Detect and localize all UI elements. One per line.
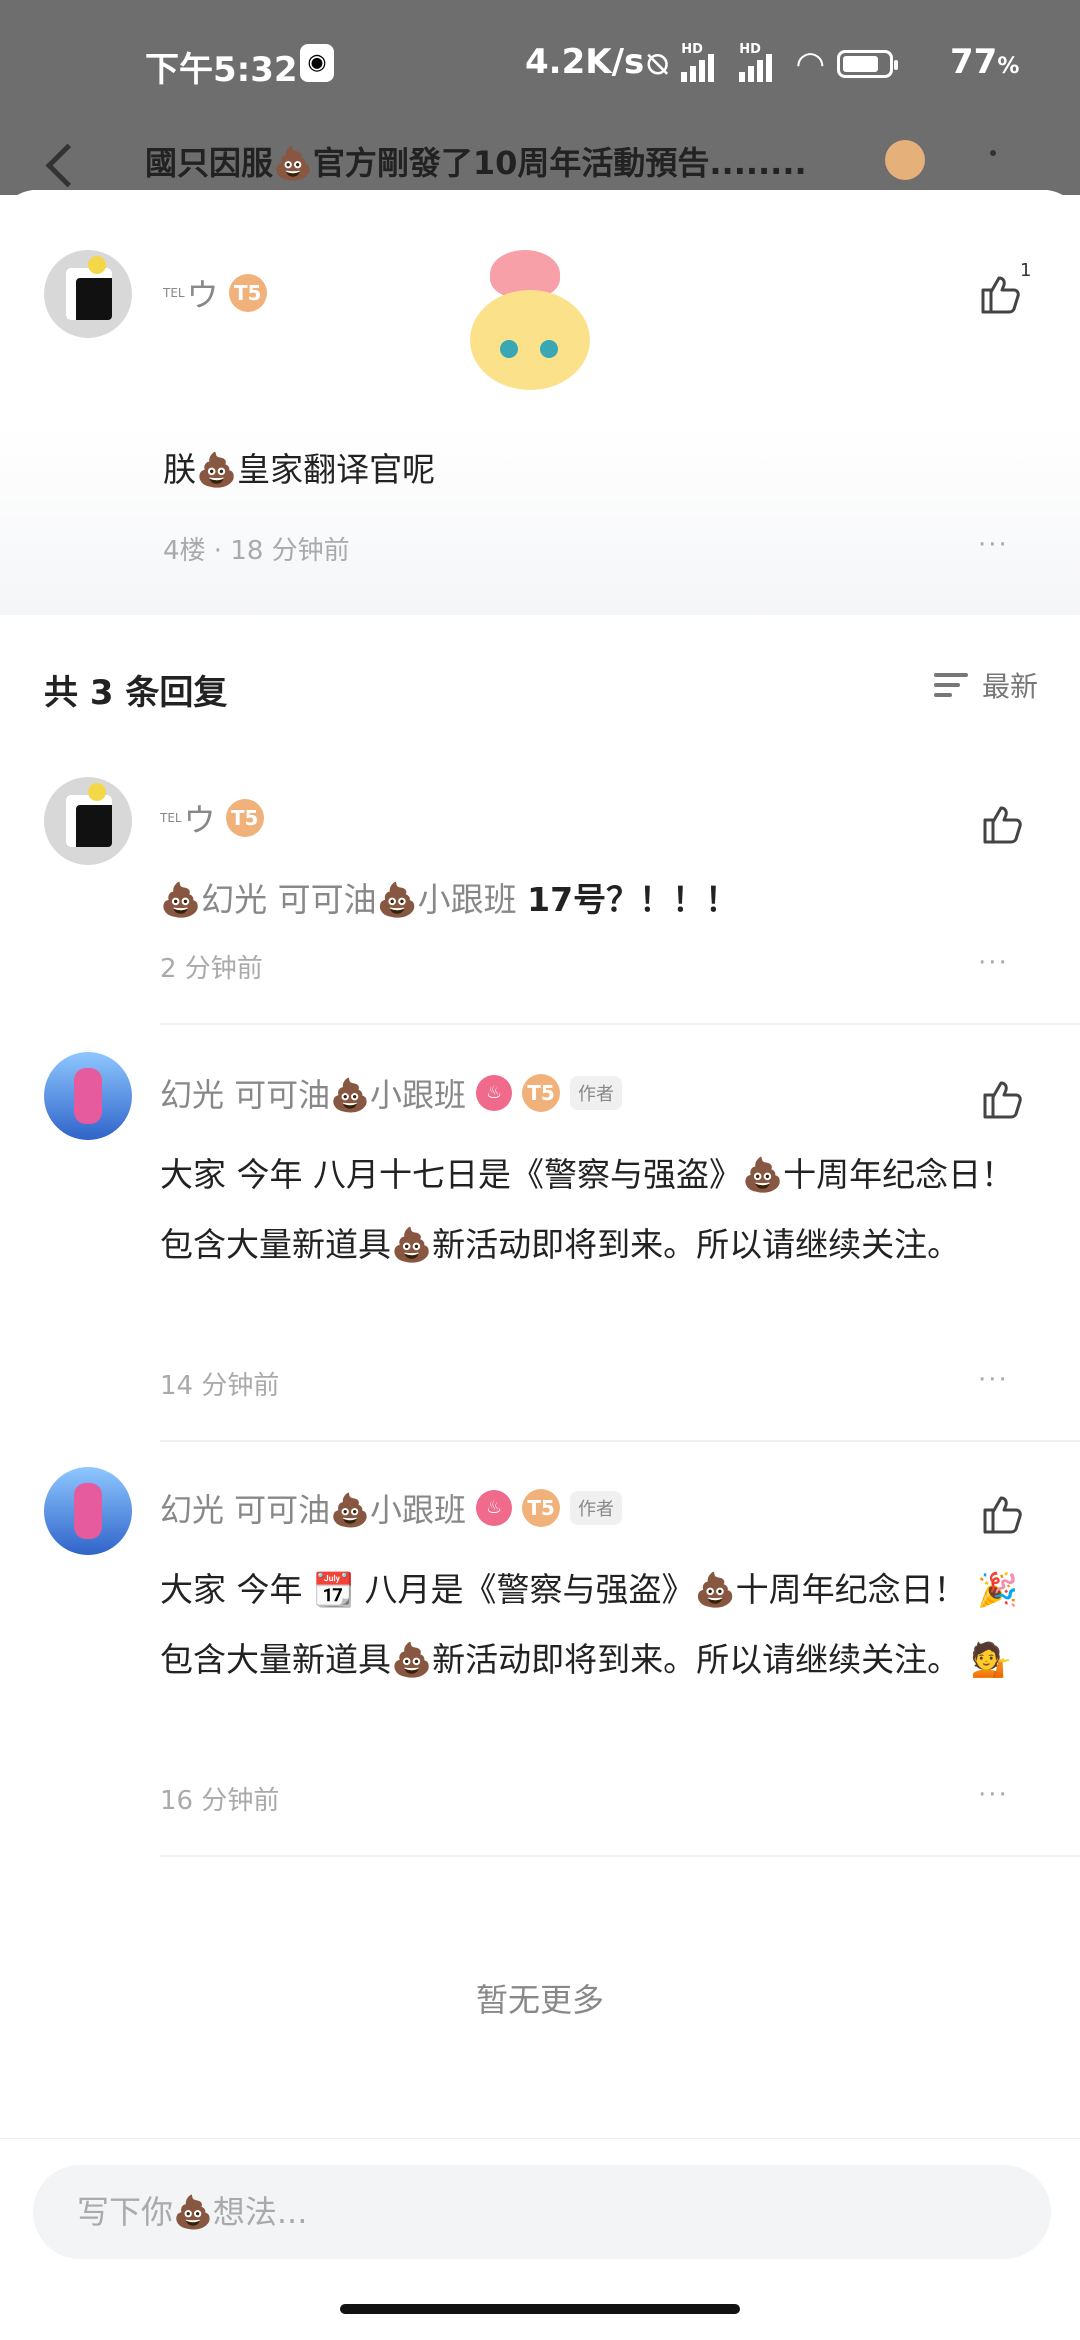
thumbs-up-icon xyxy=(983,1081,1022,1119)
author-tag: 作者 xyxy=(570,1076,623,1110)
comment-input[interactable]: 写下你💩想法... xyxy=(33,2165,1051,2259)
reply-time: 2 分钟前 xyxy=(160,954,263,984)
level-badge: T5 xyxy=(228,274,267,312)
background-badge xyxy=(885,140,925,180)
background-post-title: 國只因服💩官方剛發了10周年活動預告........ xyxy=(145,144,807,182)
thumbs-up-icon xyxy=(981,276,1020,314)
like-button[interactable] xyxy=(977,1075,1025,1123)
reply-text: 💩幻光 可可油💩小跟班 17号？！！！ xyxy=(160,880,739,919)
comment-text: 朕💩皇家翻译官呢 xyxy=(163,450,436,489)
like-button[interactable] xyxy=(977,1490,1025,1538)
reply-text: 大家 今年 八月十七日是《警察与强盗》💩十周年纪念日！ 包含大量新道具💩新活动即… xyxy=(160,1155,1015,1264)
net-speed: 4.2K/s xyxy=(525,42,645,82)
divider xyxy=(160,1440,1080,1442)
reply-username[interactable]: 幻光 可可油💩小跟班 ♨ T5 作者 xyxy=(160,1070,623,1116)
avatar[interactable] xyxy=(44,1467,132,1555)
avatar[interactable] xyxy=(44,777,132,865)
thumbs-up-icon xyxy=(983,806,1022,844)
sort-icon xyxy=(933,671,968,699)
signal-icon: HD xyxy=(681,42,725,82)
comment-input-bar: 写下你💩想法... xyxy=(0,2138,1080,2340)
replies-count: 共 3 条回复 xyxy=(44,673,228,713)
mute-icon: ⍉ xyxy=(648,44,668,83)
more-options-icon[interactable]: ··· xyxy=(978,530,1009,560)
more-options-icon[interactable]: ··· xyxy=(978,948,1009,978)
status-time: 下午5:32 xyxy=(145,50,298,90)
battery-icon xyxy=(837,50,899,78)
level-badge: T5 xyxy=(225,799,264,837)
like-button[interactable] xyxy=(977,800,1025,848)
avatar[interactable] xyxy=(44,250,132,338)
thumbs-up-icon xyxy=(983,1496,1022,1534)
status-bar: 下午5:32 ◉ 4.2K/s ⍉ HD HD ◠ 77% xyxy=(0,36,1080,96)
sort-button[interactable]: 最新 xyxy=(933,665,1038,705)
reply-username[interactable]: TEL ウ T5 xyxy=(160,795,264,841)
replies-sheet: TEL ウ T5 1 朕💩皇家翻译官呢 4楼 · 18 分钟前 ··· 共 3 条… xyxy=(0,190,1080,2340)
comment-meta: 4楼 · 18 分钟前 xyxy=(163,536,350,566)
home-indicator[interactable] xyxy=(340,2304,740,2314)
background-more-icon[interactable] xyxy=(990,150,996,156)
anime-sticker xyxy=(465,250,595,390)
author-tag: 作者 xyxy=(570,1491,623,1525)
qq-icon: ◉ xyxy=(300,44,334,82)
more-options-icon[interactable]: ··· xyxy=(978,1780,1009,1810)
level-badge: T5 xyxy=(522,1074,561,1112)
no-more-label: 暂无更多 xyxy=(475,1981,604,2019)
status-icons: ⍉ HD HD ◠ xyxy=(648,42,899,84)
reply-username[interactable]: 幻光 可可油💩小跟班 ♨ T5 作者 xyxy=(160,1485,623,1531)
reply-time: 14 分钟前 xyxy=(160,1371,280,1401)
battery-percent: 77% xyxy=(950,42,1020,82)
more-options-icon[interactable]: ··· xyxy=(978,1365,1009,1395)
original-comment: TEL ウ T5 1 朕💩皇家翻译官呢 4楼 · 18 分钟前 ··· xyxy=(0,190,1080,615)
divider xyxy=(160,1855,1080,1857)
fire-badge-icon: ♨ xyxy=(476,1490,513,1526)
wifi-icon: ◠ xyxy=(797,44,824,84)
fire-badge-icon: ♨ xyxy=(476,1075,513,1111)
reply-text: 大家 今年 📆 八月是《警察与强盗》💩十周年纪念日！ 🎉 包含大量新道具💩新活动… xyxy=(160,1570,1019,1679)
like-button[interactable] xyxy=(975,270,1023,318)
level-badge: T5 xyxy=(522,1489,561,1527)
divider xyxy=(160,1023,1080,1025)
like-count: 1 xyxy=(1020,260,1032,281)
reply-time: 16 分钟前 xyxy=(160,1786,280,1816)
sort-label: 最新 xyxy=(981,670,1038,703)
avatar[interactable] xyxy=(44,1052,132,1140)
comment-username[interactable]: TEL ウ T5 xyxy=(163,270,267,316)
signal-icon-2: HD xyxy=(739,42,783,82)
